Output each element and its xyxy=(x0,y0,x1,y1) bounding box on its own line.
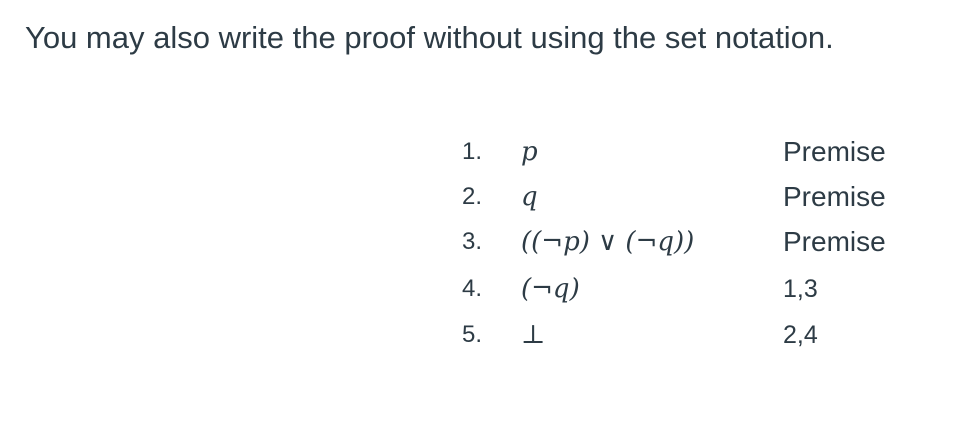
line-formula: (¬q) xyxy=(521,274,580,304)
line-number: 4. xyxy=(462,275,483,302)
proof-table: 1. p Premise 2. q Premise 3. ((¬p) ∨ (¬q… xyxy=(0,0,966,426)
proof-line: 2. q Premise xyxy=(0,175,966,219)
proof-line: 1. p Premise xyxy=(0,130,966,174)
proof-line: 4. (¬q) 1,3 xyxy=(0,267,966,311)
line-formula: p xyxy=(521,137,538,167)
line-number: 5. xyxy=(462,321,483,348)
line-justification: Premise xyxy=(783,226,886,257)
proof-line: 3. ((¬p) ∨ (¬q)) Premise xyxy=(0,220,966,264)
line-number: 2. xyxy=(462,183,483,210)
line-number: 3. xyxy=(462,228,483,255)
line-justification: Premise xyxy=(783,136,886,167)
line-formula: q xyxy=(521,182,538,212)
line-justification: 1,3 xyxy=(783,275,818,303)
line-formula: ⊥ xyxy=(521,320,546,350)
line-number: 1. xyxy=(462,138,483,165)
line-formula: ((¬p) ∨ (¬q)) xyxy=(521,227,695,257)
line-justification: Premise xyxy=(783,181,886,212)
line-justification: 2,4 xyxy=(783,321,818,349)
proof-line: 5. ⊥ 2,4 xyxy=(0,313,966,357)
